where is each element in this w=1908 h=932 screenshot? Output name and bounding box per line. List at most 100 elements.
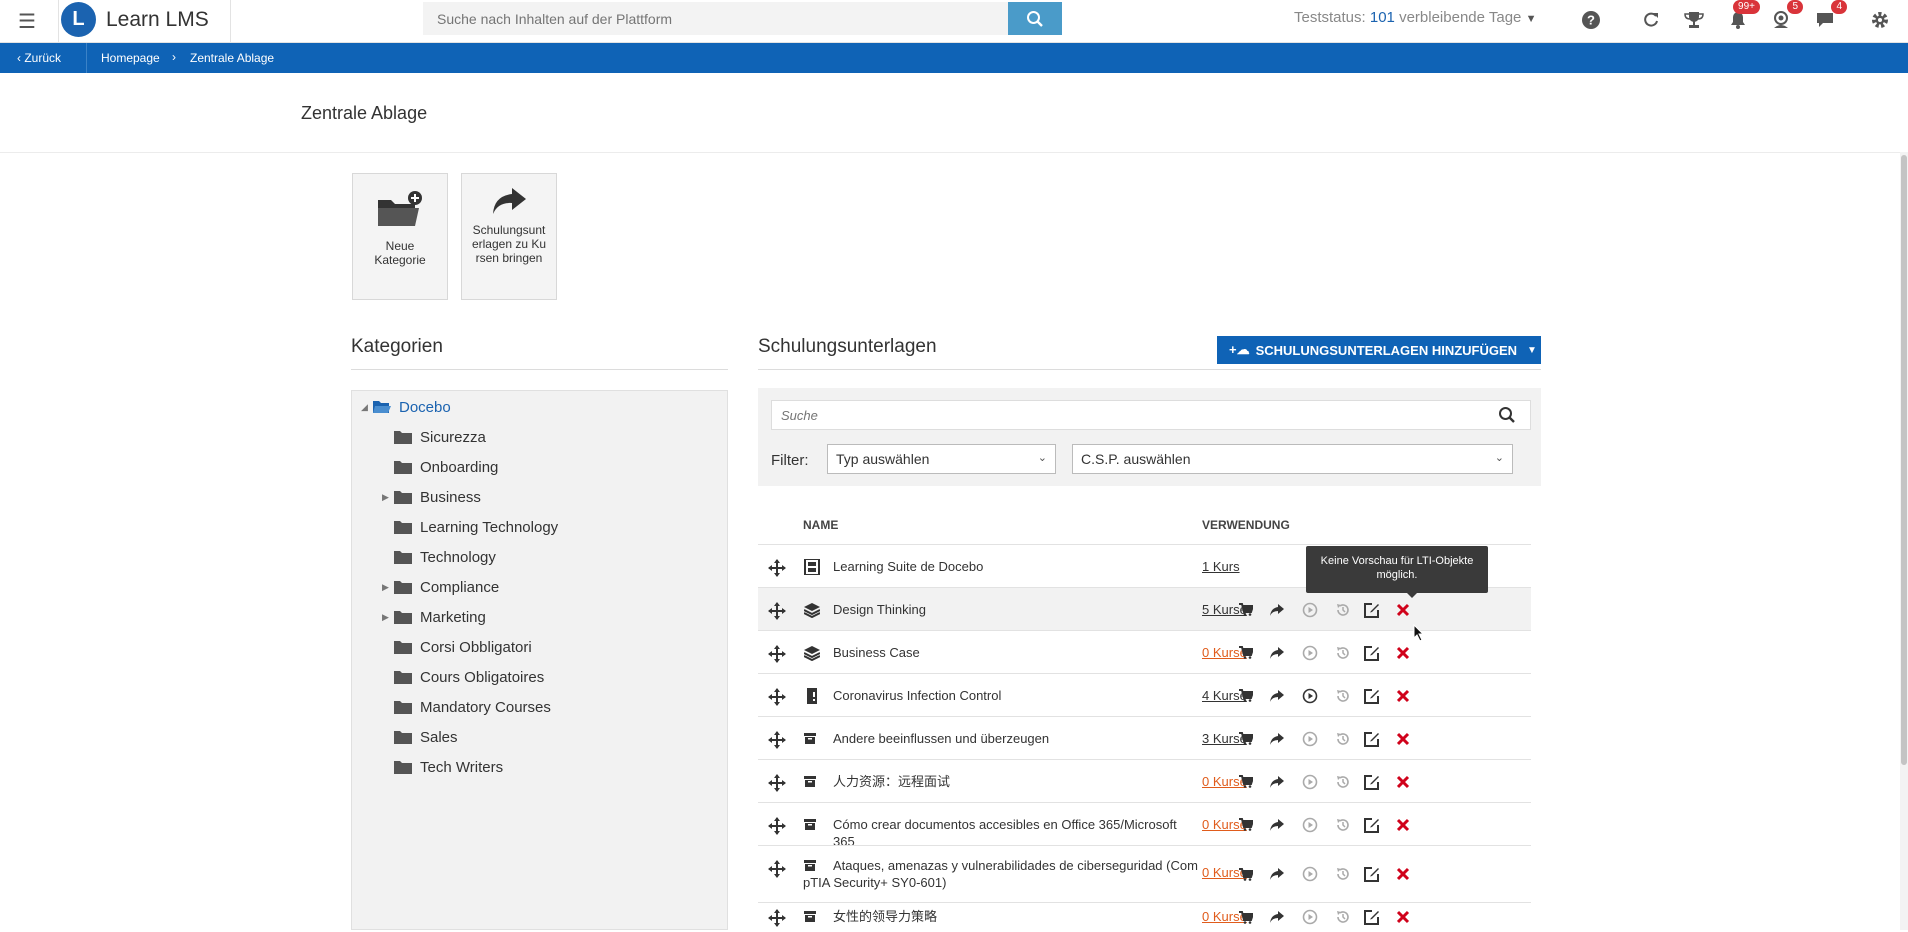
drag-handle-icon[interactable] (768, 687, 786, 711)
delete-icon[interactable] (1393, 772, 1413, 792)
materials-search-input[interactable] (771, 400, 1531, 430)
category-item[interactable]: Corsi Obbligatori (382, 636, 532, 658)
messages-icon[interactable]: 4 (1811, 0, 1847, 34)
csp-select[interactable]: C.S.P. auswählen ⌄ (1072, 444, 1513, 474)
category-item[interactable]: Tech Writers (382, 756, 503, 778)
column-header-name[interactable]: NAME (803, 518, 838, 532)
history-icon[interactable] (1333, 729, 1353, 749)
table-row[interactable]: 人力资源：远程面试 0 Kurse (758, 759, 1531, 802)
marketplace-cart-icon[interactable] (1236, 864, 1256, 884)
search-icon[interactable] (1498, 406, 1516, 424)
edit-icon[interactable] (1362, 864, 1382, 884)
drag-handle-icon[interactable] (768, 730, 786, 754)
delete-icon[interactable] (1393, 815, 1413, 835)
share-icon[interactable] (1267, 772, 1287, 792)
table-row[interactable]: 女性的领导力策略 0 Kurse (758, 902, 1531, 930)
preview-play-icon[interactable] (1300, 907, 1320, 927)
share-icon[interactable] (1267, 907, 1287, 927)
share-icon[interactable] (1267, 600, 1287, 620)
preview-play-icon[interactable] (1300, 600, 1320, 620)
tree-root-docebo[interactable]: ◢ Docebo (361, 396, 451, 418)
preview-play-icon[interactable] (1300, 815, 1320, 835)
edit-icon[interactable] (1362, 729, 1382, 749)
marketplace-cart-icon[interactable] (1236, 729, 1256, 749)
scrollbar-thumb[interactable] (1901, 155, 1907, 765)
type-select[interactable]: Typ auswählen ⌄ (827, 444, 1056, 474)
history-icon[interactable] (1333, 815, 1353, 835)
add-materials-button[interactable]: +☁ SCHULUNGSUNTERLAGEN HINZUFÜGEN ▼ (1217, 336, 1541, 364)
category-item[interactable]: Cours Obligatoires (382, 666, 544, 688)
category-item[interactable]: ▶ Business (382, 486, 481, 508)
drag-handle-icon[interactable] (768, 909, 786, 932)
edit-icon[interactable] (1362, 686, 1382, 706)
table-row[interactable]: Ataques, amenazas y vulnerabilidades de … (758, 845, 1531, 902)
preview-play-icon[interactable] (1300, 643, 1320, 663)
table-row[interactable]: Cómo crear documentos accesibles en Offi… (758, 802, 1531, 849)
share-icon[interactable] (1267, 815, 1287, 835)
notifications-icon[interactable]: 99+ (1724, 0, 1760, 34)
users-icon[interactable]: 5 (1767, 0, 1803, 34)
delete-icon[interactable] (1393, 600, 1413, 620)
breadcrumb-home-link[interactable]: Homepage (101, 51, 160, 65)
marketplace-cart-icon[interactable] (1236, 815, 1256, 835)
help-icon[interactable]: ? (1577, 6, 1605, 34)
category-item[interactable]: Learning Technology (382, 516, 558, 538)
table-row[interactable]: Andere beeinflussen und überzeugen 3 Kurs… (758, 716, 1531, 759)
history-icon[interactable] (1333, 643, 1353, 663)
edit-icon[interactable] (1362, 815, 1382, 835)
history-icon[interactable] (1333, 864, 1353, 884)
caret-right-icon[interactable]: ▶ (382, 582, 394, 593)
preview-play-icon[interactable] (1300, 729, 1320, 749)
category-item[interactable]: Sales (382, 726, 458, 748)
drag-handle-icon[interactable] (768, 558, 786, 582)
preview-play-icon[interactable] (1300, 772, 1320, 792)
delete-icon[interactable] (1393, 907, 1413, 927)
edit-icon[interactable] (1362, 643, 1382, 663)
category-item[interactable]: Sicurezza (382, 426, 486, 448)
category-item[interactable]: Technology (382, 546, 496, 568)
marketplace-cart-icon[interactable] (1236, 686, 1256, 706)
history-icon[interactable] (1333, 600, 1353, 620)
history-icon[interactable] (1333, 907, 1353, 927)
share-icon[interactable] (1267, 864, 1287, 884)
delete-icon[interactable] (1393, 686, 1413, 706)
usage-link[interactable]: 1 Kurs (1202, 559, 1240, 574)
settings-icon[interactable] (1866, 6, 1894, 34)
new-category-tile[interactable]: Neue Kategorie (352, 173, 448, 300)
share-icon[interactable] (1267, 643, 1287, 663)
drag-handle-icon[interactable] (768, 644, 786, 668)
category-item[interactable]: ▶ Compliance (382, 576, 499, 598)
push-to-courses-tile[interactable]: Schulungsunterlagen zu Kursen bringen (461, 173, 557, 300)
edit-icon[interactable] (1362, 772, 1382, 792)
drag-handle-icon[interactable] (768, 816, 786, 840)
marketplace-cart-icon[interactable] (1236, 772, 1256, 792)
marketplace-cart-icon[interactable] (1236, 600, 1256, 620)
drag-handle-icon[interactable] (768, 859, 786, 883)
app-title[interactable]: Learn LMS (106, 8, 209, 32)
caret-right-icon[interactable]: ▶ (382, 612, 394, 623)
history-icon[interactable] (1333, 686, 1353, 706)
history-icon[interactable] (1333, 772, 1353, 792)
preview-play-icon[interactable] (1300, 864, 1320, 884)
marketplace-cart-icon[interactable] (1236, 907, 1256, 927)
search-button[interactable] (1008, 2, 1062, 35)
edit-icon[interactable] (1362, 600, 1382, 620)
share-icon[interactable] (1267, 686, 1287, 706)
logo-icon[interactable]: L (61, 2, 96, 37)
marketplace-cart-icon[interactable] (1236, 643, 1256, 663)
trial-status[interactable]: Teststatus: 101 verbleibende Tage ▼ (1294, 9, 1536, 26)
back-link[interactable]: ‹ Zurück (17, 51, 61, 65)
platform-search-input[interactable] (423, 2, 1008, 35)
category-item[interactable]: ▶ Marketing (382, 606, 486, 628)
trophy-icon[interactable] (1680, 6, 1708, 34)
sync-icon[interactable] (1637, 6, 1665, 34)
delete-icon[interactable] (1393, 729, 1413, 749)
preview-play-icon[interactable] (1300, 686, 1320, 706)
delete-icon[interactable] (1393, 643, 1413, 663)
category-item[interactable]: Onboarding (382, 456, 498, 478)
category-item[interactable]: Mandatory Courses (382, 696, 551, 718)
drag-handle-icon[interactable] (768, 773, 786, 797)
share-icon[interactable] (1267, 729, 1287, 749)
edit-icon[interactable] (1362, 907, 1382, 927)
delete-icon[interactable] (1393, 864, 1413, 884)
